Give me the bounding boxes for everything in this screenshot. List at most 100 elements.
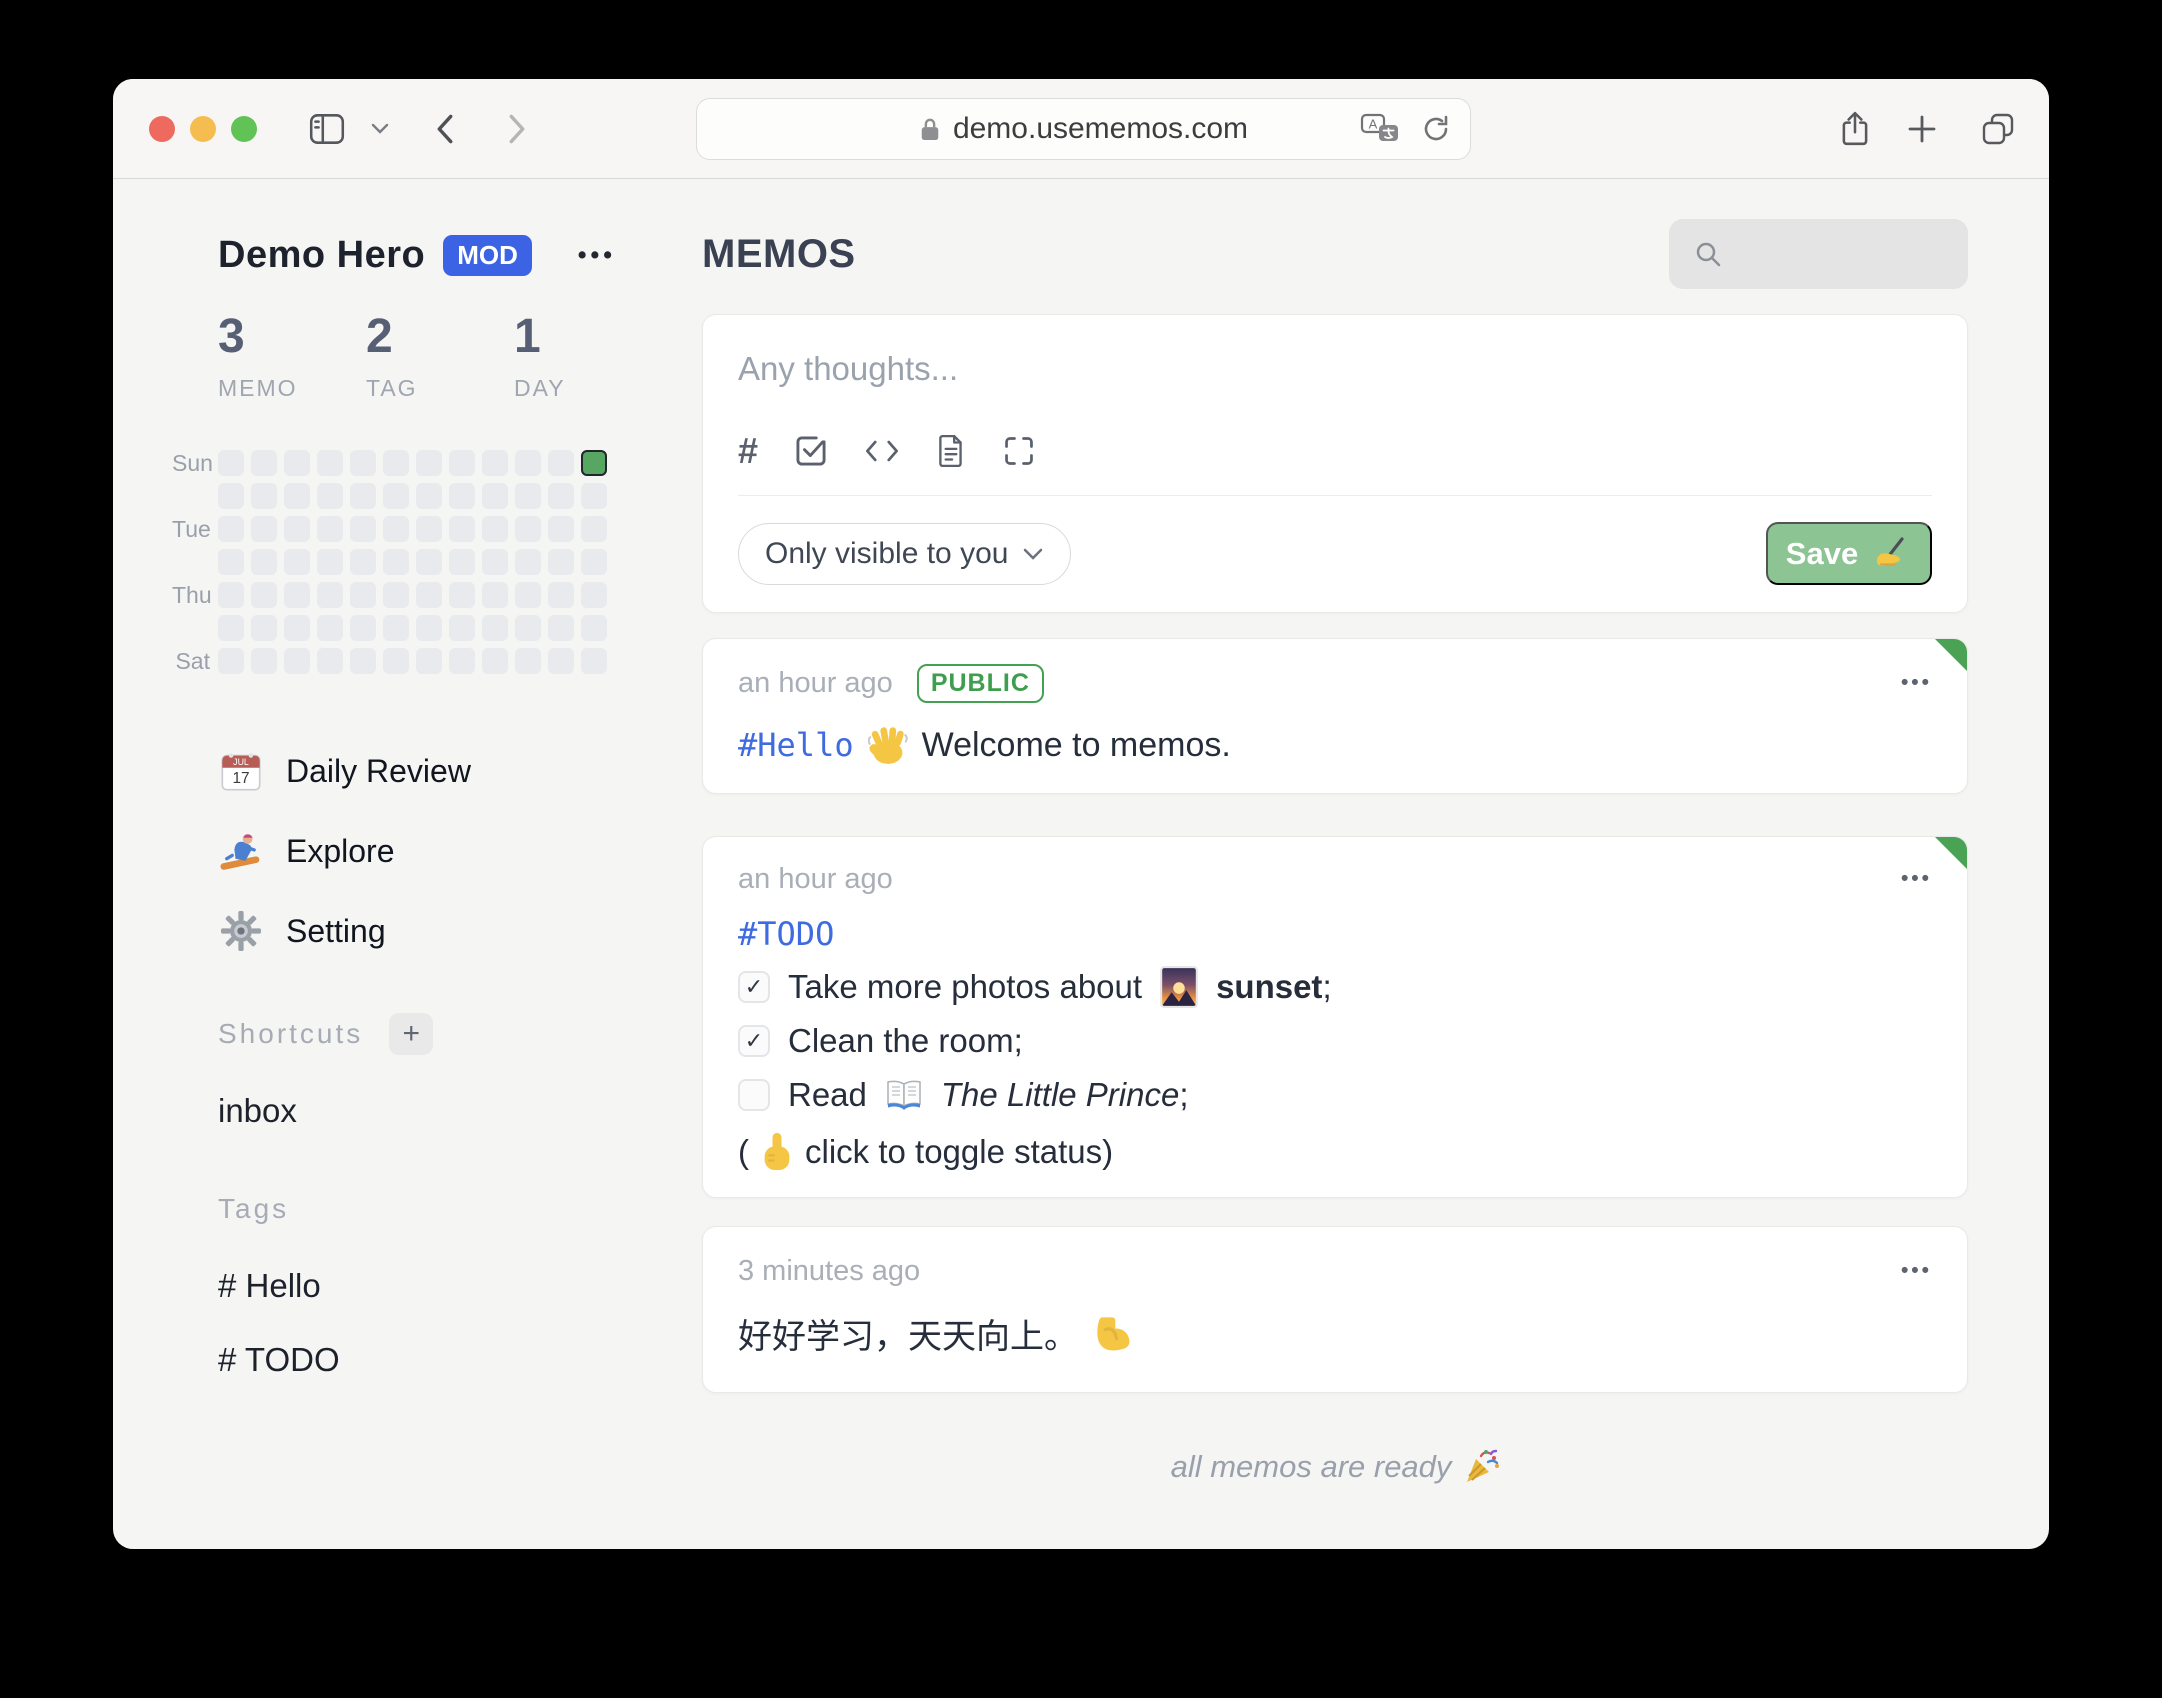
heatmap-cell[interactable] — [548, 516, 574, 542]
sidebar-item-explore[interactable]: Explore — [218, 827, 662, 875]
fullscreen-icon[interactable] — [1002, 434, 1036, 468]
heatmap-cell[interactable] — [251, 483, 277, 509]
heatmap-cell[interactable] — [449, 483, 475, 509]
share-button[interactable] — [1831, 105, 1879, 153]
tag-item-hello[interactable]: # Hello — [218, 1267, 662, 1305]
checkbox-icon[interactable] — [794, 434, 828, 468]
memo-menu-dots-icon[interactable]: ••• — [1901, 671, 1932, 695]
heatmap-cell[interactable] — [317, 516, 343, 542]
heatmap-cell[interactable] — [581, 516, 607, 542]
memo-menu-dots-icon[interactable]: ••• — [1901, 867, 1932, 891]
heatmap-cell[interactable] — [416, 516, 442, 542]
heatmap-cell[interactable] — [218, 483, 244, 509]
heatmap-cell[interactable] — [383, 549, 409, 575]
heatmap-cell[interactable] — [251, 549, 277, 575]
heatmap-cell[interactable] — [317, 483, 343, 509]
heatmap-cell[interactable] — [218, 615, 244, 641]
heatmap-cell[interactable] — [350, 516, 376, 542]
heatmap-cell[interactable] — [416, 615, 442, 641]
heatmap-cell[interactable] — [548, 450, 574, 476]
heatmap-cell[interactable] — [416, 648, 442, 674]
sidebar-toggle-button[interactable] — [303, 105, 351, 153]
visibility-select[interactable]: Only visible to you — [738, 522, 1072, 585]
new-tab-button[interactable] — [1898, 105, 1946, 153]
heatmap-cell[interactable] — [515, 516, 541, 542]
sidebar-item-daily-review[interactable]: JUL 17 Daily Review — [218, 747, 662, 795]
heatmap-cell[interactable] — [317, 648, 343, 674]
minimize-window-button[interactable] — [190, 116, 216, 142]
heatmap-cell[interactable] — [416, 582, 442, 608]
heatmap-cell[interactable] — [482, 549, 508, 575]
checkbox-unchecked[interactable] — [738, 1079, 770, 1111]
heatmap-cell[interactable] — [284, 549, 310, 575]
heatmap-cell[interactable] — [515, 549, 541, 575]
address-bar[interactable]: demo.usememos.com A — [696, 98, 1471, 160]
heatmap-cell[interactable] — [449, 450, 475, 476]
heatmap-cell[interactable] — [548, 483, 574, 509]
heatmap-cell[interactable] — [218, 549, 244, 575]
heatmap-cell[interactable] — [251, 582, 277, 608]
sidebar-menu-chevron[interactable] — [363, 105, 397, 153]
heatmap-cell[interactable] — [284, 516, 310, 542]
checkbox-checked[interactable]: ✓ — [738, 971, 770, 1003]
heatmap-cell[interactable] — [284, 450, 310, 476]
heatmap-cell[interactable] — [383, 483, 409, 509]
heatmap-cell[interactable] — [581, 648, 607, 674]
heatmap-cell[interactable] — [383, 516, 409, 542]
close-window-button[interactable] — [149, 116, 175, 142]
reload-icon[interactable] — [1420, 113, 1452, 145]
heatmap-cell[interactable] — [548, 615, 574, 641]
heatmap-cell[interactable] — [581, 549, 607, 575]
heatmap-cell[interactable] — [581, 582, 607, 608]
heatmap-cell[interactable] — [317, 450, 343, 476]
heatmap-cell[interactable] — [515, 648, 541, 674]
heatmap-cell[interactable] — [581, 483, 607, 509]
heatmap-cell[interactable] — [350, 450, 376, 476]
memo-tag-todo[interactable]: #TODO — [738, 915, 834, 953]
heatmap-cell[interactable] — [482, 450, 508, 476]
heatmap-cell[interactable] — [482, 483, 508, 509]
heatmap-cell[interactable] — [317, 582, 343, 608]
zoom-window-button[interactable] — [231, 116, 257, 142]
tag-icon[interactable]: # — [738, 430, 758, 472]
checkbox-checked[interactable]: ✓ — [738, 1025, 770, 1057]
heatmap-cell[interactable] — [515, 450, 541, 476]
heatmap-cell[interactable] — [548, 582, 574, 608]
heatmap-cell[interactable] — [581, 615, 607, 641]
heatmap-cell[interactable] — [416, 450, 442, 476]
memo-editor[interactable]: Any thoughts... # Only visible to you Sa… — [702, 314, 1968, 613]
heatmap-cell[interactable] — [449, 582, 475, 608]
heatmap-cell[interactable] — [449, 615, 475, 641]
user-row[interactable]: Demo Hero MOD ••• — [218, 231, 662, 279]
memo-tag-hello[interactable]: #Hello — [738, 726, 854, 764]
heatmap-cell[interactable] — [284, 648, 310, 674]
heatmap-cell[interactable] — [449, 516, 475, 542]
tab-overview-button[interactable] — [1974, 105, 2022, 153]
heatmap-cell[interactable] — [482, 582, 508, 608]
heatmap-cell[interactable] — [515, 582, 541, 608]
heatmap-cell[interactable] — [350, 549, 376, 575]
heatmap-cell[interactable] — [284, 615, 310, 641]
heatmap-cell[interactable] — [515, 615, 541, 641]
code-icon[interactable] — [864, 435, 900, 467]
back-button[interactable] — [421, 105, 469, 153]
user-menu-dots-icon[interactable]: ••• — [578, 241, 616, 270]
heatmap-cell[interactable] — [350, 483, 376, 509]
heatmap-cell[interactable] — [317, 549, 343, 575]
heatmap-cell[interactable] — [218, 450, 244, 476]
heatmap-cell[interactable] — [317, 615, 343, 641]
forward-button[interactable] — [493, 105, 541, 153]
heatmap-cell[interactable] — [350, 648, 376, 674]
tag-item-todo[interactable]: # TODO — [218, 1341, 662, 1379]
heatmap-cell[interactable] — [383, 582, 409, 608]
heatmap-cell[interactable] — [449, 549, 475, 575]
heatmap-cell[interactable] — [218, 648, 244, 674]
heatmap-cell[interactable] — [449, 648, 475, 674]
heatmap-cell[interactable] — [482, 516, 508, 542]
heatmap-cell[interactable] — [416, 549, 442, 575]
heatmap-cell[interactable] — [548, 648, 574, 674]
heatmap-cell[interactable] — [482, 615, 508, 641]
shortcut-item-inbox[interactable]: inbox — [218, 1092, 662, 1130]
heatmap-cell[interactable] — [383, 648, 409, 674]
translate-icon[interactable]: A — [1360, 112, 1402, 146]
